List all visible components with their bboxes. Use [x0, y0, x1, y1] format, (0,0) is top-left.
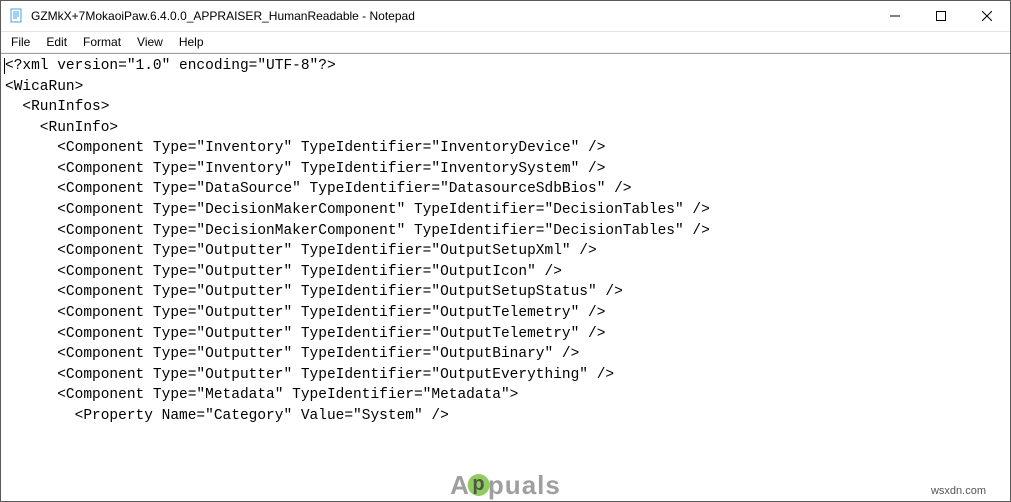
menu-format[interactable]: Format — [75, 33, 129, 51]
text-editor[interactable]: <?xml version="1.0" encoding="UTF-8"?> <… — [1, 54, 1010, 501]
minimize-button[interactable] — [872, 1, 918, 31]
close-button[interactable] — [964, 1, 1010, 31]
notepad-icon — [9, 8, 25, 24]
maximize-button[interactable] — [918, 1, 964, 31]
menu-view[interactable]: View — [129, 33, 171, 51]
titlebar: GZMkX+7MokaoiPaw.6.4.0.0_APPRAISER_Human… — [1, 1, 1010, 32]
close-icon — [982, 11, 992, 21]
menubar: File Edit Format View Help — [1, 32, 1010, 53]
watermark-text: wsxdn.com — [931, 485, 986, 497]
minimize-icon — [890, 11, 900, 21]
maximize-icon — [936, 11, 946, 21]
window-controls — [872, 1, 1010, 31]
menu-edit[interactable]: Edit — [38, 33, 75, 51]
editor-wrapper: <?xml version="1.0" encoding="UTF-8"?> <… — [1, 53, 1010, 501]
window-title: GZMkX+7MokaoiPaw.6.4.0.0_APPRAISER_Human… — [31, 9, 872, 23]
menu-help[interactable]: Help — [171, 33, 212, 51]
menu-file[interactable]: File — [3, 33, 38, 51]
